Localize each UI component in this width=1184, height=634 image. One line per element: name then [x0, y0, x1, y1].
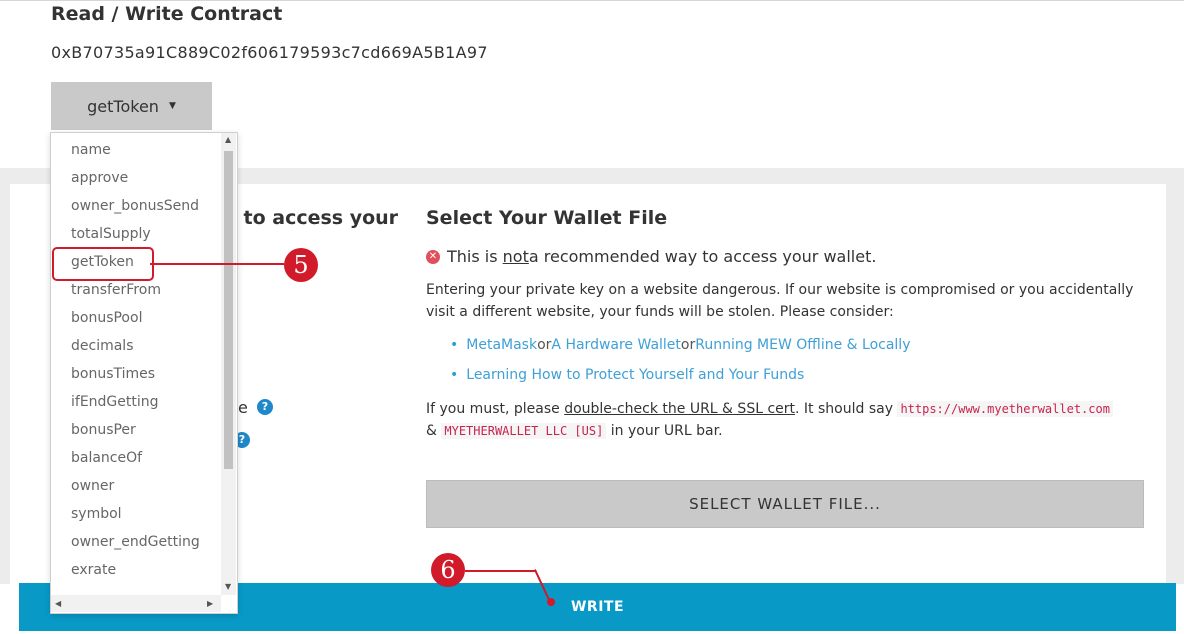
annotation-connector-line — [465, 570, 535, 572]
function-option-balanceof[interactable]: balanceOf — [71, 450, 142, 466]
dropdown-horizontal-scrollbar[interactable]: ◀ ▶ — [51, 595, 221, 612]
annotation-endpoint-dot — [547, 598, 555, 606]
function-option-symbol[interactable]: symbol — [71, 506, 122, 522]
function-option-bonustimes[interactable]: bonusTimes — [71, 366, 155, 382]
function-option-bonusper[interactable]: bonusPer — [71, 422, 136, 438]
contract-address: 0xB70735a91C889C02f606179593c7cd669A5B1A… — [51, 43, 488, 62]
select-wallet-file-button[interactable]: SELECT WALLET FILE... — [426, 480, 1144, 528]
ssl-check-link[interactable]: double-check the URL & SSL cert — [564, 401, 795, 417]
question-circle-icon[interactable]: ? — [257, 399, 273, 415]
function-option-ifendgetting[interactable]: ifEndGetting — [71, 394, 159, 410]
top-divider — [0, 0, 1184, 1]
function-select-label: getToken — [87, 96, 159, 116]
section-left-gutter — [0, 184, 10, 584]
list-item: Learning How to Protect Yourself and You… — [450, 360, 910, 390]
protect-yourself-link[interactable]: Learning How to Protect Yourself and You… — [466, 364, 804, 386]
metamask-link[interactable]: MetaMask — [466, 334, 537, 356]
section-right-gutter — [1166, 184, 1184, 584]
scroll-right-arrow-icon[interactable]: ▶ — [207, 599, 213, 608]
scroll-left-arrow-icon[interactable]: ◀ — [55, 599, 61, 608]
step-5-badge: 5 — [284, 248, 318, 282]
page-title: Read / Write Contract — [51, 3, 283, 25]
annotation-highlight-box — [52, 247, 154, 281]
note-text: If you must, please — [426, 401, 565, 417]
function-dropdown[interactable]: name approve owner_bonusSend totalSupply… — [50, 132, 238, 614]
expected-company: MYETHERWALLET LLC [US] — [441, 423, 607, 439]
option-label-fragment: e — [238, 398, 248, 417]
function-option-owner-endgetting[interactable]: owner_endGetting — [71, 534, 200, 550]
step-6-badge: 6 — [431, 553, 465, 587]
run-offline-link[interactable]: Running MEW Offline & Locally — [695, 334, 910, 356]
function-option-approve[interactable]: approve — [71, 170, 128, 186]
scrollbar-thumb[interactable] — [224, 151, 233, 469]
wallet-file-title: Select Your Wallet File — [426, 207, 668, 229]
note-text: & — [426, 423, 437, 439]
warning-text-post: a recommended way to access your wallet. — [528, 247, 877, 266]
hardware-wallet-link[interactable]: A Hardware Wallet — [551, 334, 680, 356]
or-text: or — [680, 337, 696, 353]
function-option-owner[interactable]: owner — [71, 478, 114, 494]
function-option-totalsupply[interactable]: totalSupply — [71, 226, 151, 242]
dropdown-vertical-scrollbar[interactable]: ▲ ▼ — [221, 133, 236, 595]
warning-text-not: not — [502, 247, 529, 266]
function-option-bonuspool[interactable]: bonusPool — [71, 310, 142, 326]
function-option-transferfrom[interactable]: transferFrom — [71, 282, 161, 298]
access-method-heading: e to access your — [224, 207, 399, 229]
annotation-connector-line — [150, 263, 284, 265]
function-option-name[interactable]: name — [71, 142, 111, 158]
private-key-warning-paragraph: Entering your private key on a website d… — [426, 282, 1134, 320]
scroll-down-arrow-icon[interactable]: ▼ — [225, 582, 231, 591]
error-circle-icon: ✕ — [426, 249, 440, 264]
caret-down-icon: ▼ — [168, 101, 176, 111]
function-option-exrate[interactable]: exrate — [71, 562, 116, 578]
url-check-note: If you must, please double-check the URL… — [426, 398, 1166, 442]
function-option-decimals[interactable]: decimals — [71, 338, 134, 354]
function-select-button[interactable]: getToken ▼ — [51, 82, 212, 130]
function-option-owner-bonussend[interactable]: owner_bonusSend — [71, 198, 199, 214]
alternatives-list: MetaMask or A Hardware Wallet or Running… — [450, 330, 910, 390]
not-recommended-warning: ✕ This is not a recommended way to acces… — [426, 247, 876, 266]
expected-url: https://www.myetherwallet.com — [897, 401, 1113, 417]
or-text: or — [537, 337, 552, 353]
scroll-up-arrow-icon[interactable]: ▲ — [225, 135, 231, 144]
warning-text-pre: This is — [447, 247, 498, 266]
list-item: MetaMask or A Hardware Wallet or Running… — [450, 330, 910, 360]
note-text: in your URL bar. — [606, 423, 723, 439]
note-text: . It should say — [795, 401, 898, 417]
